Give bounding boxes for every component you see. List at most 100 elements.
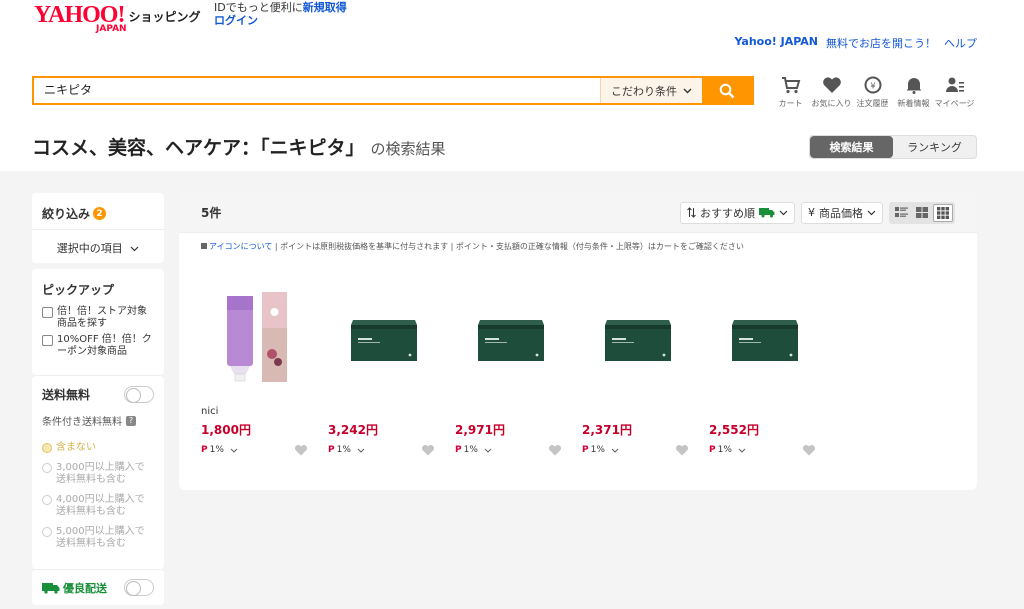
icon-info-link[interactable]: アイコンについて (209, 242, 272, 251)
logo-main: YAHOO! (34, 2, 125, 28)
green-box-image (478, 320, 544, 361)
mypage-button[interactable]: マイページ (934, 76, 975, 109)
price-sort-label: 商品価格 (819, 206, 863, 220)
result-ranking-toggle: 検索結果 ランキング (809, 135, 977, 159)
open-store-link[interactable]: 無料でお店を開こう！ (826, 35, 936, 51)
favorite-heart-icon[interactable] (421, 444, 435, 456)
header-icons: カート お気に入り ¥ 注文履歴 新着情報 マイページ (770, 76, 975, 109)
truck-icon (42, 582, 60, 594)
shipping-radio[interactable]: 5,000円以上購入で送料無料も含む (42, 526, 154, 550)
filter-title: 絞り込み 2 (42, 205, 154, 222)
favorites-label: お気に入り (811, 99, 852, 108)
shipping-radio[interactable]: 含まない (42, 442, 154, 454)
shipping-option-label: 5,000円以上購入で送料無料も含む (56, 526, 145, 549)
product-card[interactable]: 3,242円 P 1% (328, 278, 455, 456)
favorites-button[interactable]: お気に入り (811, 76, 852, 109)
grid-view-button[interactable] (912, 204, 932, 222)
chevron-down-icon[interactable] (230, 448, 238, 453)
id-text: IDでもっと便利に (214, 1, 303, 14)
condition-dropdown[interactable]: こだわり条件 (600, 78, 702, 103)
free-shipping-toggle[interactable] (124, 386, 154, 403)
pickup-checkbox-coupon[interactable]: 10%OFF 倍！倍！クーポン対象商品 (42, 334, 154, 358)
product-card[interactable]: 2,371円 P 1% (582, 278, 709, 456)
truck-icon (759, 208, 775, 218)
result-count: 5件 (201, 206, 222, 220)
product-image[interactable] (709, 278, 836, 388)
radio-icon (42, 527, 52, 537)
sort-dropdown[interactable]: おすすめ順 (680, 201, 795, 224)
news-label: 新着情報 (897, 99, 930, 108)
pickup-checkbox-store[interactable]: 倍！倍！ストア対象商品を探す (42, 306, 154, 330)
fast-delivery-label: 優良配送 (63, 581, 107, 595)
product-image[interactable] (201, 278, 328, 388)
notice-bar: アイコンについて | ポイントは原則税抜価格を基準に付与されます | ポイント・… (179, 233, 977, 260)
chevron-down-icon[interactable] (611, 448, 619, 453)
point-row: P 1% (582, 444, 689, 456)
green-box-image (732, 320, 798, 361)
info-icon (201, 243, 207, 249)
help-icon[interactable]: ? (126, 415, 136, 426)
sort-label: おすすめ順 (700, 206, 755, 220)
point-row: P 1% (201, 444, 308, 456)
order-history-button[interactable]: ¥ 注文履歴 (852, 76, 893, 109)
favorite-heart-icon[interactable] (802, 444, 816, 456)
login-link[interactable]: ログイン (214, 14, 258, 27)
shipping-radio[interactable]: 4,000円以上購入で送料無料も含む (42, 494, 154, 518)
yahoo-shopping-logo[interactable]: YAHOO! JAPAN ショッピング (34, 2, 200, 34)
product-image[interactable] (582, 278, 709, 388)
product-image[interactable] (455, 278, 582, 388)
favorite-heart-icon[interactable] (675, 444, 689, 456)
paypay-point-icon: P (455, 445, 462, 455)
shipping-card: 送料無料 条件付き送料無料? 含まない 3,000円以上購入で送料無料も含む 4… (32, 375, 164, 569)
radio-icon (42, 495, 52, 505)
chevron-down-icon[interactable] (484, 448, 492, 453)
product-card[interactable]: 2,971円 P 1% (455, 278, 582, 456)
filter-count-badge: 2 (93, 207, 107, 220)
chevron-down-icon[interactable] (357, 448, 365, 453)
help-link[interactable]: ヘルプ (944, 35, 977, 51)
product-card[interactable]: nici 1,800円 P 1% (201, 278, 328, 456)
product-price: 2,971円 (455, 423, 505, 437)
product-image[interactable] (328, 278, 455, 388)
point-row: P 1% (455, 444, 562, 456)
fast-delivery-toggle[interactable] (124, 579, 154, 596)
chevron-down-icon[interactable] (738, 448, 746, 453)
favorite-heart-icon[interactable] (548, 444, 562, 456)
list-view-button[interactable] (891, 204, 911, 222)
checkbox-icon (42, 307, 53, 318)
tile-view-button[interactable] (933, 203, 953, 222)
search-input[interactable]: ニキピタ (34, 78, 600, 103)
search-button[interactable] (702, 78, 752, 103)
cart-icon (781, 77, 800, 94)
paypay-point-icon: P (582, 445, 589, 455)
register-link[interactable]: 新規取得 (303, 1, 347, 14)
cart-button[interactable]: カート (770, 76, 811, 109)
product-card[interactable]: 2,552円 P 1% (709, 278, 836, 456)
shipping-radio[interactable]: 3,000円以上購入で送料無料も含む (42, 462, 154, 486)
selected-items-label: 選択中の項目 (56, 242, 123, 255)
product-brand (582, 406, 709, 418)
grid-view-icon (916, 207, 928, 218)
fast-delivery-card: 優良配送 (32, 569, 164, 605)
tile-view-icon (937, 206, 949, 219)
header: YAHOO! JAPAN ショッピング IDでもっと便利に新規取得 ログイン Y… (0, 0, 1024, 171)
yahoo-japan-link[interactable]: Yahoo! JAPAN (734, 35, 818, 51)
product-brand: nici (201, 406, 219, 417)
results-panel: 5件 おすすめ順 ¥ 商品価格 アイコンについて | ポイントは原則税抜価格を基… (179, 193, 977, 490)
mypage-label: マイページ (934, 99, 975, 108)
user-icon (945, 77, 964, 92)
chevron-down-icon (867, 210, 876, 215)
paypay-point-icon: P (709, 445, 716, 455)
cart-label: カート (778, 99, 803, 108)
price-sort-dropdown[interactable]: ¥ 商品価格 (801, 201, 883, 224)
favorite-heart-icon[interactable] (294, 444, 308, 456)
selected-items-dropdown[interactable]: 選択中の項目 (32, 229, 164, 256)
pickup-card: ピックアップ 倍！倍！ストア対象商品を探す 10%OFF 倍！倍！クーポン対象商… (32, 269, 164, 375)
news-button[interactable]: 新着情報 (893, 76, 934, 109)
logo-sub: JAPAN (96, 24, 127, 34)
tab-ranking[interactable]: ランキング (893, 136, 976, 158)
page-title-suffix: の検索結果 (370, 140, 446, 158)
point-rate: 1% (590, 445, 605, 455)
pickup-label: 10%OFF 倍！倍！クーポン対象商品 (57, 334, 152, 357)
tab-search-results[interactable]: 検索結果 (810, 136, 893, 158)
